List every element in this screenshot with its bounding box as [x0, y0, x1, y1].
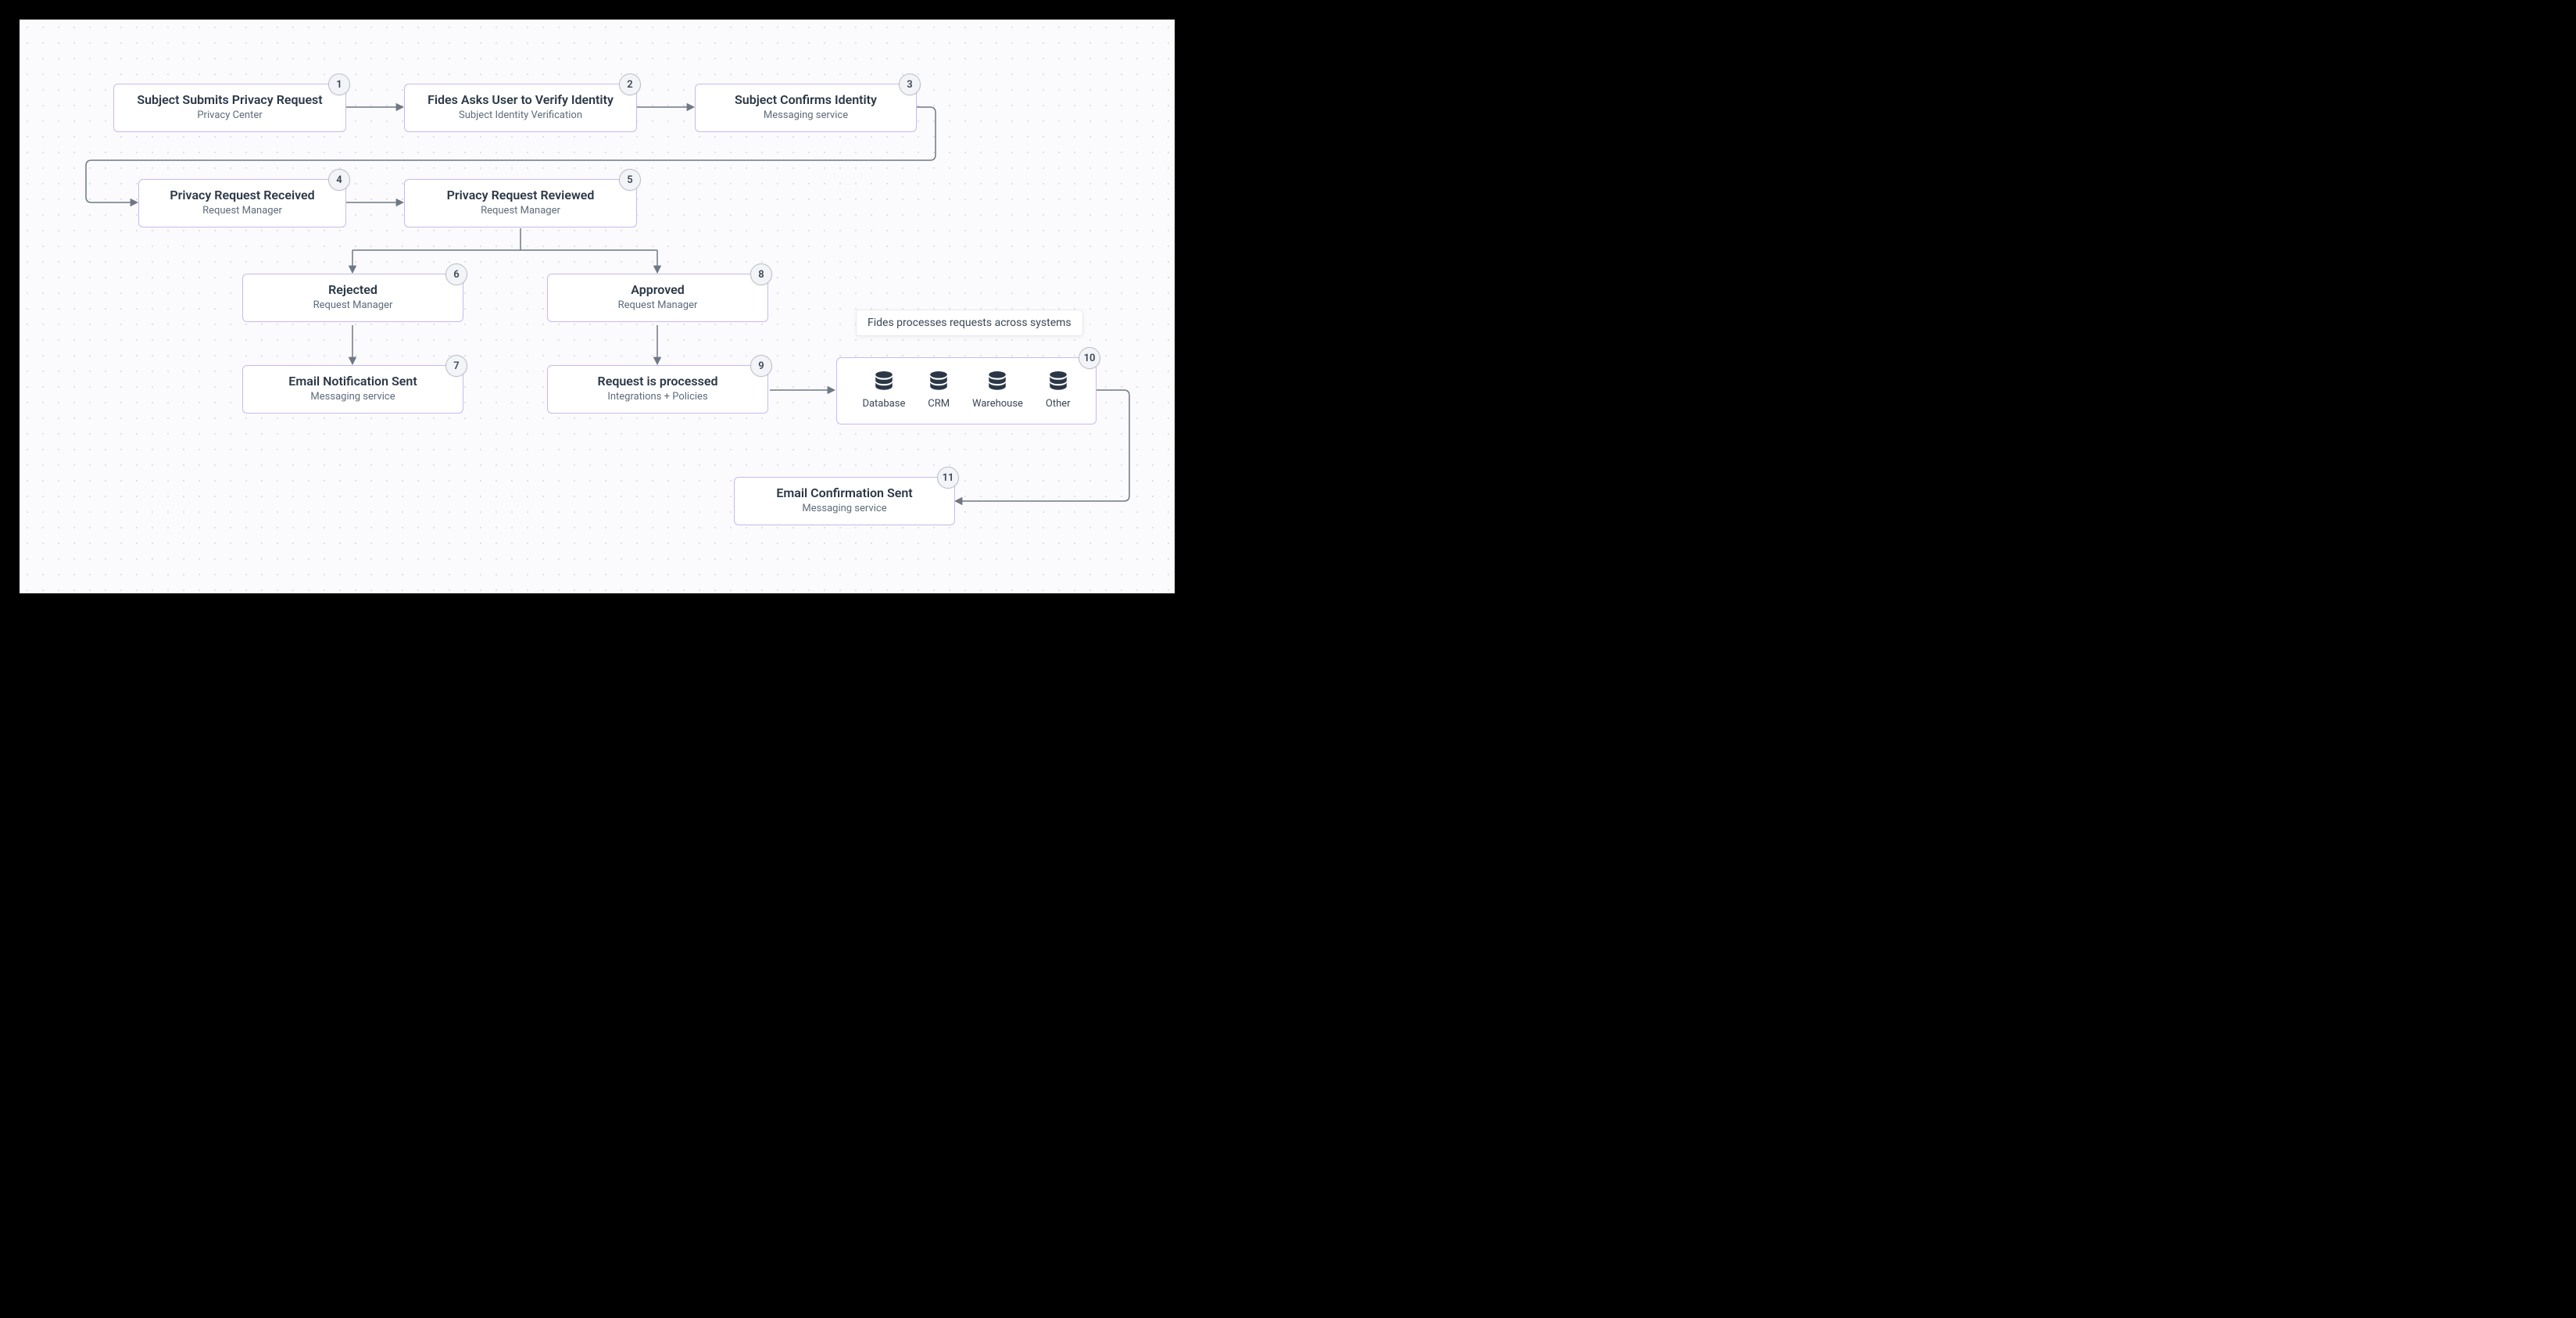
system-label: Database: [862, 398, 905, 410]
node-subtitle: Messaging service: [746, 503, 943, 515]
step-badge: 11: [937, 467, 959, 489]
systems-caption: Fides processes requests across systems: [856, 310, 1083, 336]
node-subtitle: Messaging service: [707, 109, 905, 122]
system-label: CRM: [928, 398, 950, 410]
system-item-crm: CRM: [928, 371, 950, 410]
node-title: Privacy Request Received: [150, 188, 335, 203]
node-rejected-email: Email Notification Sent Messaging servic…: [242, 365, 463, 414]
system-label: Other: [1046, 398, 1071, 410]
system-item-warehouse: Warehouse: [972, 371, 1023, 410]
node-title: Request is processed: [559, 374, 757, 389]
step-badge: 8: [750, 263, 772, 285]
database-icon: [874, 371, 894, 393]
node-confirmation-email: Email Confirmation Sent Messaging servic…: [734, 477, 955, 525]
node-title: Subject Submits Privacy Request: [125, 92, 335, 108]
system-item-other: Other: [1046, 371, 1071, 410]
node-submit-request: Subject Submits Privacy Request Privacy …: [113, 84, 346, 132]
node-rejected: Rejected Request Manager: [242, 274, 463, 322]
node-verify-identity-ask: Fides Asks User to Verify Identity Subje…: [404, 84, 637, 132]
node-request-received: Privacy Request Received Request Manager: [138, 179, 346, 227]
node-request-reviewed: Privacy Request Reviewed Request Manager: [404, 179, 637, 227]
step-badge: 9: [750, 355, 772, 377]
database-icon: [1048, 371, 1068, 393]
step-badge: 2: [619, 73, 641, 95]
node-confirm-identity: Subject Confirms Identity Messaging serv…: [695, 84, 917, 132]
node-subtitle: Request Manager: [254, 299, 452, 312]
node-title: Fides Asks User to Verify Identity: [416, 92, 625, 108]
node-subtitle: Privacy Center: [125, 109, 335, 122]
node-title: Approved: [559, 282, 757, 298]
node-title: Email Notification Sent: [254, 374, 452, 389]
node-title: Subject Confirms Identity: [707, 92, 905, 108]
step-badge: 6: [445, 263, 467, 285]
step-badge: 1: [328, 73, 350, 95]
node-request-processed: Request is processed Integrations + Poli…: [547, 365, 768, 414]
step-badge: 3: [899, 73, 921, 95]
node-title: Privacy Request Reviewed: [416, 188, 625, 203]
system-label: Warehouse: [972, 398, 1023, 410]
node-subtitle: Subject Identity Verification: [416, 109, 625, 122]
system-item-database: Database: [862, 371, 905, 410]
node-title: Email Confirmation Sent: [746, 485, 943, 501]
diagram-canvas: Subject Submits Privacy Request Privacy …: [20, 20, 1175, 593]
node-subtitle: Messaging service: [254, 391, 452, 403]
database-icon: [987, 371, 1007, 393]
node-title: Rejected: [254, 282, 452, 298]
node-subtitle: Integrations + Policies: [559, 391, 757, 403]
node-subtitle: Request Manager: [559, 299, 757, 312]
step-badge: 10: [1079, 347, 1100, 369]
database-icon: [928, 371, 949, 393]
node-approved: Approved Request Manager: [547, 274, 768, 322]
node-subtitle: Request Manager: [416, 205, 625, 217]
step-badge: 4: [328, 169, 350, 191]
node-systems: Database CRM Warehouse Other: [836, 357, 1097, 424]
node-subtitle: Request Manager: [150, 205, 335, 217]
step-badge: 5: [619, 169, 641, 191]
step-badge: 7: [445, 355, 467, 377]
